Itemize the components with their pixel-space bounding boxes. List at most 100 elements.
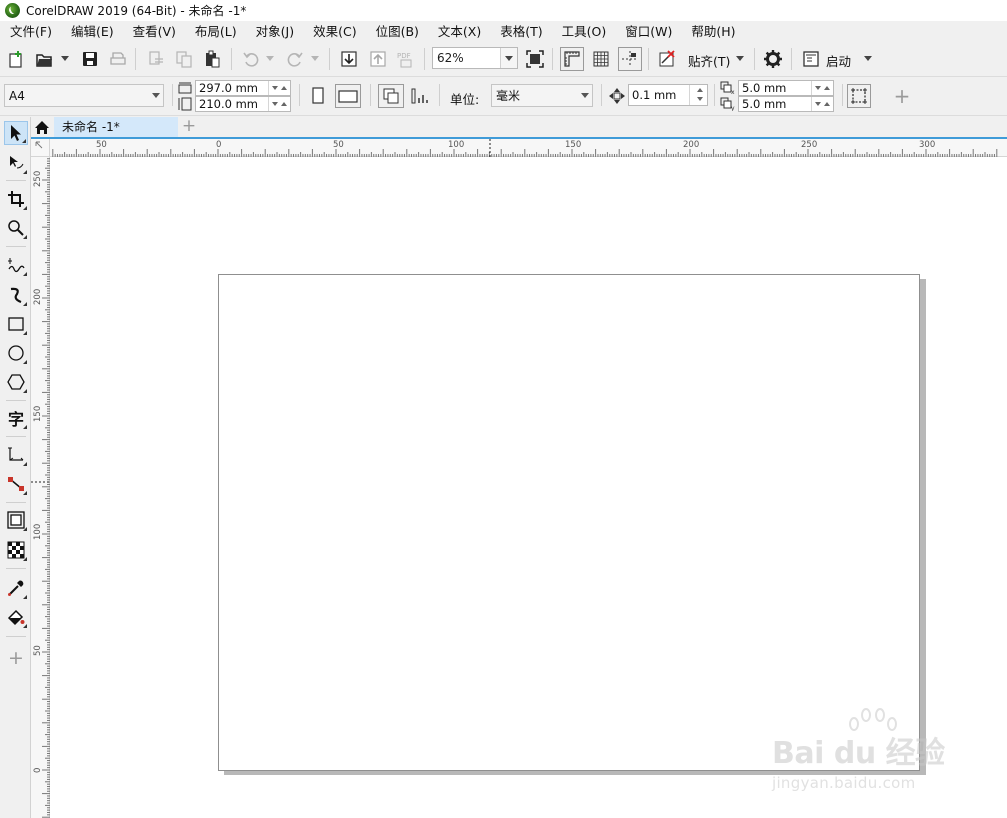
- snap-to-button[interactable]: 贴齐(T): [688, 51, 730, 70]
- page-height-field[interactable]: 210.0 mm: [195, 96, 291, 112]
- hruler-label: 250: [801, 140, 818, 150]
- duplicate-y-field[interactable]: 5.0 mm: [738, 96, 834, 112]
- snap-dropdown-icon[interactable]: [736, 56, 744, 61]
- drop-shadow-tool-icon[interactable]: [4, 508, 28, 532]
- import-icon[interactable]: [338, 48, 360, 70]
- menu-table[interactable]: 表格(T): [490, 21, 551, 42]
- show-grid-icon[interactable]: [590, 48, 612, 70]
- menu-window[interactable]: 窗口(W): [615, 21, 681, 42]
- duplicate-x-field[interactable]: 5.0 mm: [738, 80, 834, 96]
- menu-file[interactable]: 文件(F): [0, 21, 61, 42]
- portrait-icon[interactable]: [307, 85, 329, 107]
- show-rulers-icon[interactable]: [560, 47, 584, 71]
- add-tab-button[interactable]: +: [181, 118, 197, 136]
- redo-dropdown-icon[interactable]: [311, 56, 319, 61]
- add-tool-icon[interactable]: +: [4, 646, 28, 670]
- launch-button[interactable]: 启动: [826, 51, 851, 70]
- menu-layout[interactable]: 布局(L): [185, 21, 246, 42]
- menu-tools[interactable]: 工具(O): [552, 21, 616, 42]
- vruler-label: 100: [33, 523, 43, 540]
- launch-window-icon[interactable]: [800, 48, 822, 70]
- units-select[interactable]: 毫米: [491, 84, 593, 107]
- zoom-tool-icon[interactable]: [4, 216, 28, 240]
- ruler-origin[interactable]: [31, 139, 50, 157]
- page-width-spinner[interactable]: [268, 81, 290, 95]
- freehand-tool-icon[interactable]: [4, 253, 28, 277]
- new-document-icon[interactable]: [5, 48, 27, 70]
- menu-edit[interactable]: 编辑(E): [61, 21, 123, 42]
- page-width-field[interactable]: 297.0 mm: [195, 80, 291, 96]
- interactive-fill-tool-icon[interactable]: [4, 605, 28, 629]
- undo-icon[interactable]: [240, 48, 262, 70]
- shape-tool-icon[interactable]: [4, 151, 28, 175]
- hruler-label: 50: [96, 140, 107, 150]
- transparency-tool-icon[interactable]: [4, 538, 28, 562]
- hruler-label: 150: [565, 140, 582, 150]
- cut-icon: [145, 48, 167, 70]
- text-tool-glyph: 字: [7, 410, 24, 429]
- hruler-label: 200: [683, 140, 700, 150]
- open-folder-icon[interactable]: [33, 48, 55, 70]
- tab-document[interactable]: 未命名 -1*: [54, 117, 178, 137]
- page-height-icon: [176, 96, 194, 112]
- ellipse-tool-icon[interactable]: [4, 341, 28, 365]
- menu-help[interactable]: 帮助(H): [681, 21, 744, 42]
- duplicate-x-value: 5.0 mm: [742, 81, 787, 95]
- zoom-to-page-icon[interactable]: [524, 48, 546, 70]
- open-dropdown-icon[interactable]: [61, 56, 69, 61]
- landscape-icon[interactable]: [335, 84, 361, 108]
- all-pages-icon[interactable]: [378, 84, 404, 108]
- undo-dropdown-icon[interactable]: [266, 56, 274, 61]
- hruler-label: 0: [216, 140, 222, 150]
- rectangle-tool-icon[interactable]: [4, 312, 28, 336]
- home-icon[interactable]: [31, 117, 53, 137]
- menu-bar: 文件(F) 编辑(E) 查看(V) 布局(L) 对象(J) 效果(C) 位图(B…: [0, 21, 1007, 42]
- publish-pdf-icon[interactable]: PDF: [396, 48, 418, 70]
- menu-text[interactable]: 文本(X): [428, 21, 490, 42]
- menu-effects[interactable]: 效果(C): [303, 21, 365, 42]
- horizontal-ruler[interactable]: 50 0 50 100 150 200 250 300: [50, 139, 1007, 157]
- pick-tool-icon[interactable]: [4, 121, 28, 145]
- launch-dropdown-icon[interactable]: [864, 56, 872, 61]
- redo-icon[interactable]: [284, 48, 306, 70]
- coreldraw-logo-icon: [5, 3, 20, 18]
- paste-icon[interactable]: [201, 48, 223, 70]
- zoom-dropdown-icon[interactable]: [500, 48, 517, 68]
- add-toolbar-item-icon[interactable]: +: [891, 84, 913, 108]
- export-icon[interactable]: [367, 48, 389, 70]
- vertical-ruler[interactable]: 250 200 150 100 50 0: [31, 157, 50, 818]
- units-label: 单位:: [450, 92, 480, 107]
- zoom-level-combo[interactable]: 62%: [432, 47, 518, 69]
- artistic-media-tool-icon[interactable]: [4, 283, 28, 307]
- show-guidelines-icon[interactable]: [618, 47, 642, 71]
- nudge-distance-spinner[interactable]: [689, 85, 707, 105]
- eyedropper-tool-icon[interactable]: [4, 576, 28, 600]
- menu-view[interactable]: 查看(V): [123, 21, 185, 42]
- print-icon[interactable]: [107, 48, 129, 70]
- crop-tool-icon[interactable]: [4, 187, 28, 211]
- menu-bitmaps[interactable]: 位图(B): [366, 21, 428, 42]
- save-icon[interactable]: [79, 48, 101, 70]
- units-dropdown-icon[interactable]: [578, 85, 592, 106]
- polygon-tool-icon[interactable]: [4, 370, 28, 394]
- menu-object[interactable]: 对象(J): [246, 21, 303, 42]
- treat-as-filled-icon[interactable]: [847, 84, 871, 108]
- page-size-select[interactable]: A4: [4, 84, 164, 107]
- connector-tool-icon[interactable]: [4, 472, 28, 496]
- page-size-dropdown-icon[interactable]: [149, 85, 163, 106]
- current-page-icon[interactable]: [409, 85, 431, 107]
- hruler-label: 50: [333, 140, 344, 150]
- snap-off-icon[interactable]: [656, 48, 678, 70]
- vruler-label: 0: [33, 767, 43, 773]
- dimension-tool-icon[interactable]: [4, 443, 28, 467]
- options-gear-icon[interactable]: [762, 48, 784, 70]
- nudge-distance-field[interactable]: 0.1 mm: [628, 84, 708, 106]
- duplicate-x-spinner[interactable]: [811, 81, 833, 95]
- vruler-label: 200: [33, 288, 43, 305]
- page-width-icon: [176, 80, 194, 96]
- document-page[interactable]: [218, 274, 920, 771]
- page-height-spinner[interactable]: [268, 97, 290, 111]
- duplicate-y-spinner[interactable]: [811, 97, 833, 111]
- page-size-value: A4: [9, 88, 25, 103]
- text-tool-icon[interactable]: 字: [4, 406, 28, 430]
